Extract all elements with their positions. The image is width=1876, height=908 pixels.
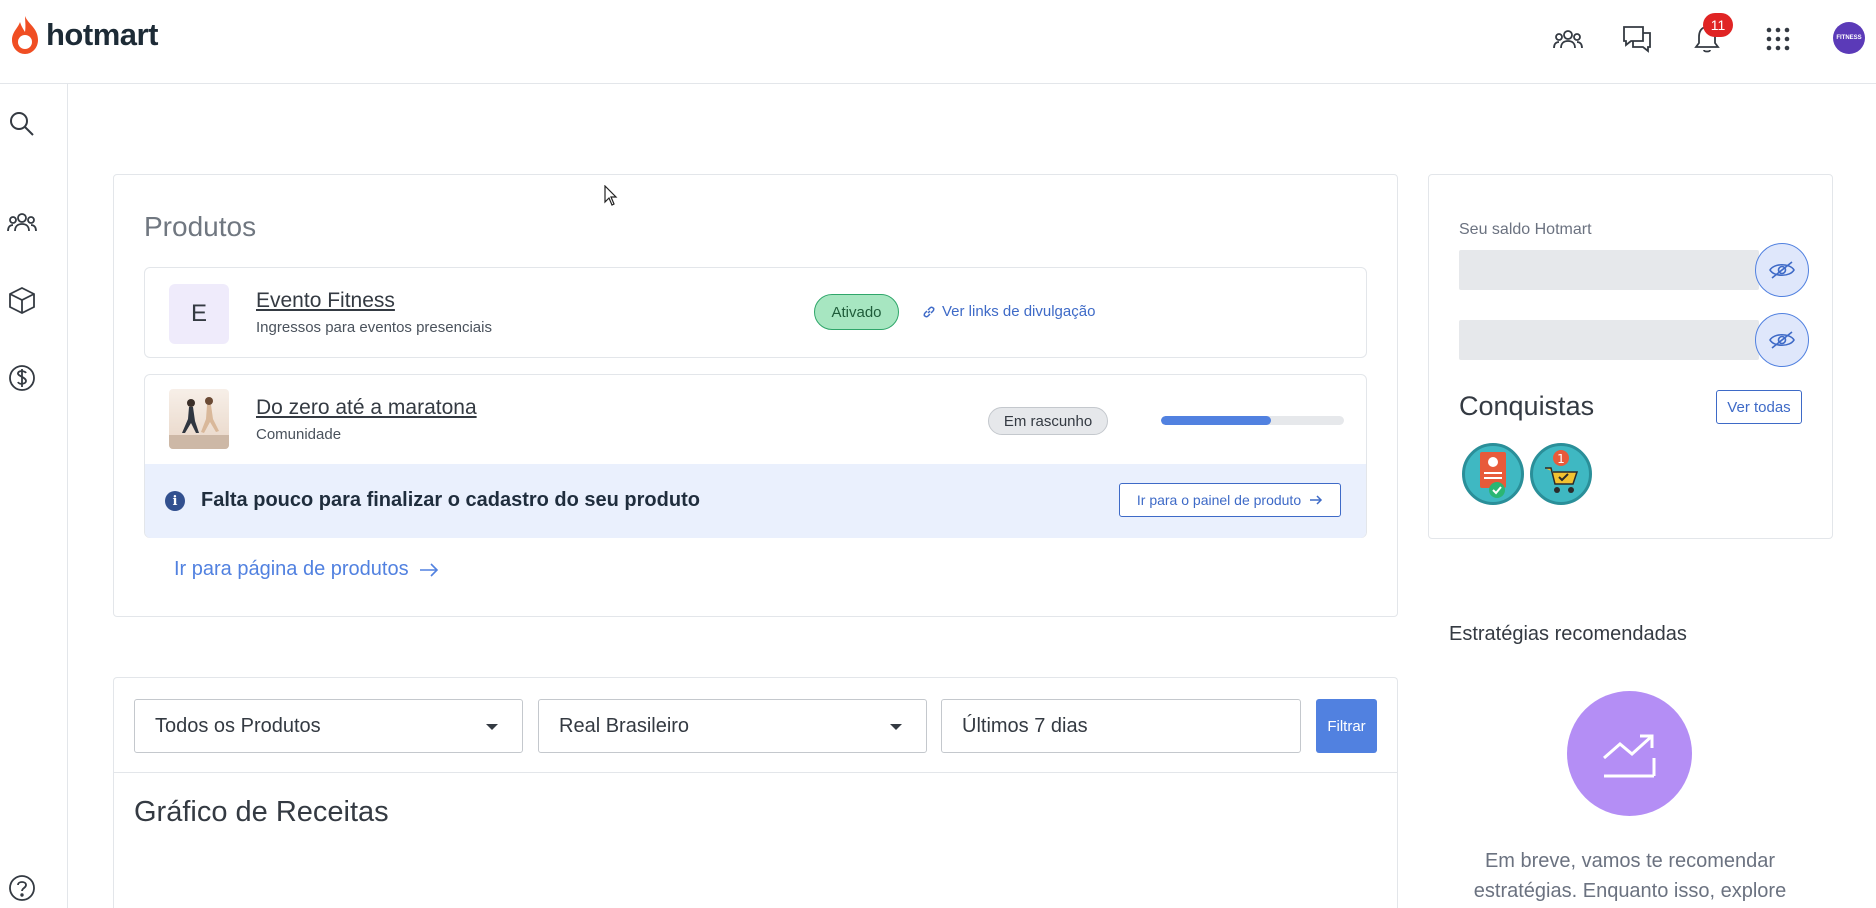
- product-subtitle: Ingressos para eventos presenciais: [256, 319, 492, 336]
- product-row: Do zero até a maratona Comunidade Em ras…: [144, 374, 1367, 538]
- chevron-down-icon: [890, 724, 902, 730]
- apps-grid-icon[interactable]: [1761, 22, 1795, 56]
- filter-button[interactable]: Filtrar: [1316, 699, 1377, 753]
- go-to-product-panel-label: Ir para o painel de produto: [1136, 492, 1302, 508]
- see-all-button[interactable]: Ver todas: [1716, 390, 1802, 424]
- currency-select[interactable]: Real Brasileiro: [538, 699, 927, 753]
- dollar-icon[interactable]: [6, 362, 38, 394]
- setup-progress-fill: [1161, 416, 1271, 425]
- sidebar: [0, 84, 68, 908]
- view-links-link[interactable]: Ver links de divulgação: [922, 303, 1095, 320]
- period-value: Últimos 7 dias: [962, 714, 1088, 737]
- strategies-description: Em breve, vamos te recomendar estratégia…: [1473, 850, 1787, 902]
- incomplete-setup-notice: i Falta pouco para finalizar o cadastro …: [145, 464, 1366, 538]
- product-subtitle: Comunidade: [256, 426, 342, 443]
- currency-select-value: Real Brasileiro: [559, 714, 690, 737]
- strategies-title: Estratégias recomendadas: [1449, 623, 1687, 645]
- hotmart-logo[interactable]: hotmart: [8, 14, 158, 56]
- product-thumbnail: E: [169, 284, 229, 344]
- achievements-title: Conquistas: [1459, 391, 1595, 421]
- arrow-right-icon: [1310, 495, 1323, 505]
- product-name-link[interactable]: Do zero até a maratona: [256, 396, 477, 420]
- period-input[interactable]: Últimos 7 dias: [941, 699, 1301, 753]
- users-icon[interactable]: [6, 206, 38, 238]
- shopping-cart-badge-icon: 1: [1545, 450, 1579, 493]
- go-to-products-page-link[interactable]: Ir para página de produtos: [174, 558, 439, 581]
- revenue-filters-card: Todos os Produtos Real Brasileiro Último…: [113, 677, 1398, 908]
- revenue-chart-title: Gráfico de Receitas: [134, 796, 389, 828]
- product-select[interactable]: Todos os Produtos: [134, 699, 523, 753]
- setup-progress-bar: [1161, 416, 1344, 425]
- box-icon[interactable]: [6, 284, 38, 316]
- avatar[interactable]: FITNESS: [1833, 22, 1865, 54]
- status-badge: Ativado: [814, 294, 899, 330]
- top-header: hotmart 11 FITNESS: [0, 0, 1876, 84]
- products-card: Produtos E Evento Fitness Ingressos para…: [113, 174, 1398, 617]
- products-title: Produtos: [144, 211, 257, 242]
- chevron-down-icon: [486, 724, 498, 730]
- arrow-right-icon: [419, 562, 438, 577]
- product-row: E Evento Fitness Ingressos para eventos …: [144, 267, 1367, 358]
- product-name-link[interactable]: Evento Fitness: [256, 289, 395, 313]
- achievement-badge[interactable]: 1: [1530, 443, 1592, 505]
- achievement-badge[interactable]: [1462, 443, 1524, 505]
- eye-off-icon: [1769, 261, 1795, 279]
- chat-icon[interactable]: [1620, 22, 1654, 56]
- notification-badge: 11: [1703, 13, 1733, 37]
- divider: [114, 772, 1397, 773]
- eye-off-icon: [1769, 331, 1795, 349]
- product-select-value: Todos os Produtos: [155, 714, 321, 737]
- link-icon: [923, 306, 935, 317]
- help-icon[interactable]: [6, 872, 38, 904]
- balance-label: Seu saldo Hotmart: [1459, 221, 1592, 238]
- users-icon[interactable]: [1551, 22, 1585, 56]
- strategies-illustration: [1567, 691, 1692, 816]
- notice-text: Falta pouco para finalizar o cadastro do…: [201, 489, 700, 511]
- mouse-cursor-icon: [604, 185, 618, 206]
- go-to-product-panel-button[interactable]: Ir para o painel de produto: [1119, 483, 1341, 517]
- certificate-badge-icon: [1480, 452, 1506, 498]
- balance-hidden-value: [1459, 320, 1759, 360]
- svg-text:1: 1: [1557, 452, 1565, 466]
- brand-name: hotmart: [46, 17, 158, 52]
- balance-hidden-value: [1459, 250, 1759, 290]
- flame-icon: [12, 16, 38, 54]
- balance-card: Seu saldo Hotmart Conquistas Ver todas 1: [1428, 174, 1833, 539]
- trend-up-icon: [1602, 734, 1655, 777]
- product-image: [169, 389, 229, 449]
- status-badge: Em rascunho: [988, 407, 1108, 435]
- info-icon: i: [165, 491, 185, 511]
- go-to-products-label: Ir para página de produtos: [174, 558, 409, 580]
- toggle-visibility-button[interactable]: [1755, 243, 1809, 297]
- search-icon[interactable]: [6, 108, 38, 140]
- view-links-label: Ver links de divulgação: [942, 303, 1096, 320]
- toggle-visibility-button[interactable]: [1755, 313, 1809, 367]
